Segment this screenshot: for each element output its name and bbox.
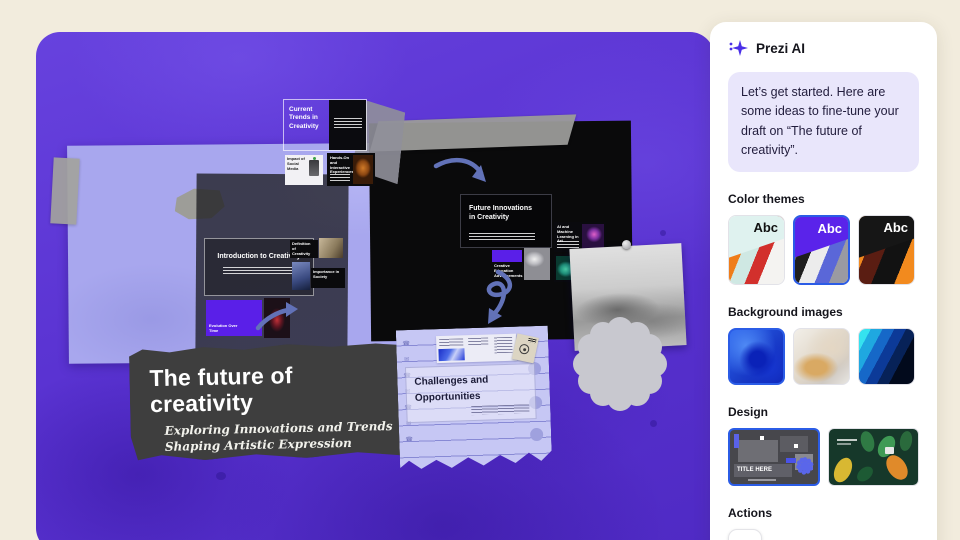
- design-green-leaves[interactable]: [828, 428, 920, 486]
- card-title: Hands-On and Interactive Experiences: [330, 156, 352, 175]
- design-blue-accent: [786, 458, 796, 463]
- flower-shape[interactable]: [570, 314, 670, 414]
- phone-image: [309, 160, 319, 176]
- color-theme-dark[interactable]: Abc: [858, 215, 915, 285]
- mini-text: [494, 337, 512, 354]
- action-update-prompt[interactable]: Update your prompt: [728, 529, 919, 540]
- slide-future-innovations[interactable]: Future Innovations in Creativity: [460, 194, 552, 248]
- portrait-image[interactable]: [264, 298, 290, 338]
- blue-image[interactable]: [292, 262, 310, 290]
- card-title: Importance in Society: [313, 270, 341, 280]
- texture-speck: [216, 472, 226, 480]
- neon-image: [582, 224, 604, 250]
- card-creative-education[interactable]: Creative Education Advancements: [492, 262, 522, 280]
- purple-accent-block[interactable]: [492, 250, 522, 262]
- ai-message-bubble: Let’s get started. Here are some ideas t…: [728, 72, 919, 172]
- punch-hole: [530, 428, 543, 441]
- slide-title: Current Trends in Creativity: [289, 106, 335, 131]
- texture-speck: [650, 420, 657, 427]
- section-label-design: Design: [728, 405, 919, 419]
- leaf-green: [854, 463, 876, 484]
- notepad-challenges[interactable]: ☎✉☎✉☎✉☎ Challenges and Opportunities: [396, 326, 552, 473]
- design-subtitle-line: [748, 479, 776, 481]
- spiral-sticker[interactable]: [512, 333, 539, 363]
- presentation-title: The future of creativity: [149, 360, 380, 418]
- section-label-background-images: Background images: [728, 305, 919, 319]
- design-blue-accent: [734, 434, 739, 448]
- card-title: Evolution Over Time: [209, 323, 239, 333]
- notepad-title: Challenges and Opportunities: [414, 371, 525, 406]
- mini-text: [439, 338, 463, 347]
- card-hands-on[interactable]: Hands-On and Interactive Experiences: [327, 153, 375, 186]
- color-theme-row: Abc Abc Abc: [728, 215, 919, 285]
- slide-body-text: [469, 233, 535, 240]
- pencil-icon-button[interactable]: [728, 529, 762, 540]
- green-dot: [313, 157, 316, 160]
- card-impact-social-media[interactable]: Impact of Social Media: [285, 155, 323, 185]
- slide-current-trends[interactable]: Current Trends in Creativity: [283, 99, 367, 151]
- background-dark-geometric[interactable]: [858, 328, 915, 385]
- design-text-line: [837, 443, 851, 445]
- tape-strip-left[interactable]: [50, 157, 79, 224]
- card-title: Creative Education Advancements: [494, 264, 518, 278]
- craft-image: [353, 155, 373, 184]
- leaf-yellow: [830, 454, 855, 484]
- design-flower-icon: [796, 457, 814, 475]
- design-rect: [738, 440, 778, 462]
- leaf-green: [858, 429, 876, 453]
- card-title: Definition of Creativity: [292, 242, 314, 256]
- design-row: TITLE HERE: [728, 428, 919, 486]
- collage-image[interactable]: [319, 238, 343, 258]
- theme-abc-label: Abc: [883, 220, 908, 235]
- panel-title: Prezi AI: [756, 41, 805, 56]
- blue-abstract-thumbnail: [438, 348, 464, 361]
- background-blue-swirl-selected[interactable]: [728, 328, 785, 385]
- presentation-canvas[interactable]: Current Trends in Creativity Impact of S…: [36, 32, 714, 540]
- design-text-line: [837, 439, 857, 441]
- background-image-row: [728, 328, 919, 385]
- card-importance-in-society[interactable]: Importance in Society: [311, 268, 345, 288]
- slide-body-text: [334, 118, 362, 128]
- design-chip: [885, 447, 894, 454]
- push-pin: [622, 240, 631, 249]
- background-beige-abstract[interactable]: [793, 328, 850, 385]
- card-body-text: [330, 174, 350, 182]
- theme-abc-label: Abc: [817, 221, 842, 236]
- color-theme-purple-selected[interactable]: Abc: [793, 215, 850, 285]
- color-theme-light[interactable]: Abc: [728, 215, 785, 285]
- scribble: [528, 338, 537, 344]
- sparkle-icon: [728, 38, 748, 58]
- design-dot: [794, 444, 798, 448]
- flower-icon: [570, 314, 670, 414]
- slide-body-text: [223, 267, 297, 274]
- panel-header: Prezi AI: [728, 38, 919, 58]
- design-dot: [760, 436, 764, 440]
- mini-text: [468, 338, 488, 347]
- notepad-caption: [471, 404, 529, 415]
- workshop-image[interactable]: [524, 248, 550, 280]
- texture-speck: [660, 230, 666, 236]
- card-title: Impact of Social Media: [287, 157, 305, 171]
- design-title-text: TITLE HERE: [734, 464, 792, 477]
- notepad-top-card[interactable]: [436, 334, 517, 363]
- leaf-green: [898, 430, 913, 452]
- prezi-ai-panel: Prezi AI Let’s get started. Here are som…: [710, 22, 937, 540]
- card-evolution-over-time[interactable]: Evolution Over Time: [206, 300, 262, 336]
- section-label-actions: Actions: [728, 506, 919, 520]
- theme-abc-label: Abc: [753, 220, 778, 235]
- notepad-title-box[interactable]: Challenges and Opportunities: [405, 363, 537, 423]
- design-gray-collage-selected[interactable]: TITLE HERE: [728, 428, 820, 486]
- section-label-color-themes: Color themes: [728, 192, 919, 206]
- card-definition-of-creativity[interactable]: Definition of Creativity: [290, 240, 318, 258]
- slide-title: Future Innovations in Creativity: [469, 204, 535, 223]
